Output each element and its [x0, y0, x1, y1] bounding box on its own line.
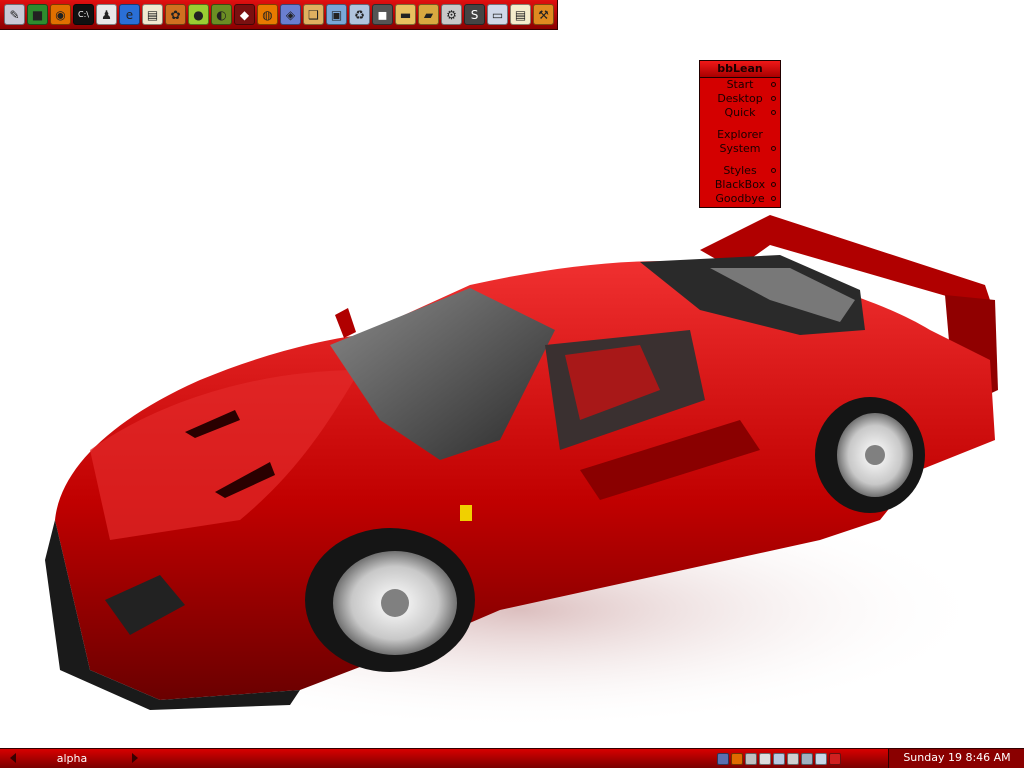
menu-separator [700, 120, 780, 128]
menu-item-label: BlackBox [714, 178, 766, 191]
quick-launch-bar: ✎ ■ ◉ C:\ ♟ e ▤ ✿ ● ◐ ◆ ◍ ◈ ❑ ▣ ♻ ◼ ▬ ▰ ⚙ S ▭ ▤ ⚒ [0, 0, 558, 30]
monitor-tray-icon[interactable] [773, 752, 785, 765]
wallpaper-ferrari-f40 [45, 215, 998, 730]
cube-icon[interactable]: ◼ [372, 4, 393, 25]
recycle-bin-icon[interactable]: ♻ [349, 4, 370, 25]
download-tray-icon[interactable] [815, 752, 827, 765]
terminal-icon[interactable]: C:\ [73, 4, 94, 25]
safely-remove-tray-icon[interactable] [801, 752, 813, 765]
clock[interactable]: Sunday 19 8:46 AM [888, 749, 1024, 768]
menu-separator [700, 156, 780, 164]
menu-item-label: Desktop [717, 92, 763, 105]
workspace-label[interactable]: alpha [24, 751, 120, 766]
menu-title[interactable]: bbLean [700, 61, 780, 78]
submenu-arrow-icon [771, 96, 776, 101]
bblean-menu: bbLean Start Desktop Quick Explorer System St… [699, 60, 781, 208]
avast-tray-icon[interactable] [731, 752, 743, 765]
menu-item-desktop[interactable]: Desktop [700, 92, 780, 106]
folder-paper-icon[interactable]: ❑ [303, 4, 324, 25]
menu-item-styles[interactable]: Styles [700, 164, 780, 178]
submenu-arrow-icon [771, 110, 776, 115]
pen-icon[interactable]: ✎ [4, 4, 25, 25]
tools-icon[interactable]: ⚒ [533, 4, 554, 25]
menu-item-label: Quick [724, 106, 756, 119]
system-tray [717, 751, 841, 766]
menu-item-blackbox[interactable]: BlackBox [700, 178, 780, 192]
menu-item-label: Explorer [717, 128, 763, 141]
dark-app-icon[interactable]: ◆ [234, 4, 255, 25]
shield-tray-icon[interactable] [745, 752, 757, 765]
lime-circle-icon[interactable]: ● [188, 4, 209, 25]
menu-items: Start Desktop Quick Explorer System Styles Bla… [700, 78, 780, 206]
menu-item-explorer[interactable]: Explorer [700, 128, 780, 142]
menu-item-start[interactable]: Start [700, 78, 780, 92]
window-icon[interactable]: ▭ [487, 4, 508, 25]
notes-icon[interactable]: ▤ [510, 4, 531, 25]
submenu-arrow-icon [771, 146, 776, 151]
submenu-arrow-icon [771, 168, 776, 173]
submenu-arrow-icon [771, 82, 776, 87]
menu-item-label: Start [726, 78, 754, 91]
computer-icon[interactable]: ▣ [326, 4, 347, 25]
network-tray-icon[interactable] [717, 752, 729, 765]
folder-icon[interactable]: ▬ [395, 4, 416, 25]
firefox-icon[interactable]: ◍ [257, 4, 278, 25]
menu-item-label: Styles [723, 164, 757, 177]
menu-item-quick[interactable]: Quick [700, 106, 780, 120]
settings-icon[interactable]: ⚙ [441, 4, 462, 25]
antivirus-tray-icon[interactable] [829, 752, 841, 765]
submenu-arrow-icon [771, 182, 776, 187]
winamp-icon[interactable]: ◐ [211, 4, 232, 25]
submenu-arrow-icon [771, 196, 776, 201]
volume-tray-icon[interactable] [759, 752, 771, 765]
menu-item-label: Goodbye [715, 192, 765, 205]
menu-item-system[interactable]: System [700, 142, 780, 156]
ie-icon[interactable]: e [119, 4, 140, 25]
tool-icon[interactable]: ✿ [165, 4, 186, 25]
toolbar: alpha Sunday 19 8:46 AM [0, 748, 1024, 768]
workspace-prev-icon[interactable] [10, 753, 16, 763]
workspace-next-icon[interactable] [132, 753, 138, 763]
tux-icon[interactable]: ♟ [96, 4, 117, 25]
menu-item-label: System [719, 142, 761, 155]
media-player-icon[interactable]: ◉ [50, 4, 71, 25]
green-square-icon[interactable]: ■ [27, 4, 48, 25]
menu-item-goodbye[interactable]: Goodbye [700, 192, 780, 206]
network-icon[interactable]: ◈ [280, 4, 301, 25]
soldat-icon[interactable]: S [464, 4, 485, 25]
document-icon[interactable]: ▤ [142, 4, 163, 25]
printer-tray-icon[interactable] [787, 752, 799, 765]
open-folder-icon[interactable]: ▰ [418, 4, 439, 25]
